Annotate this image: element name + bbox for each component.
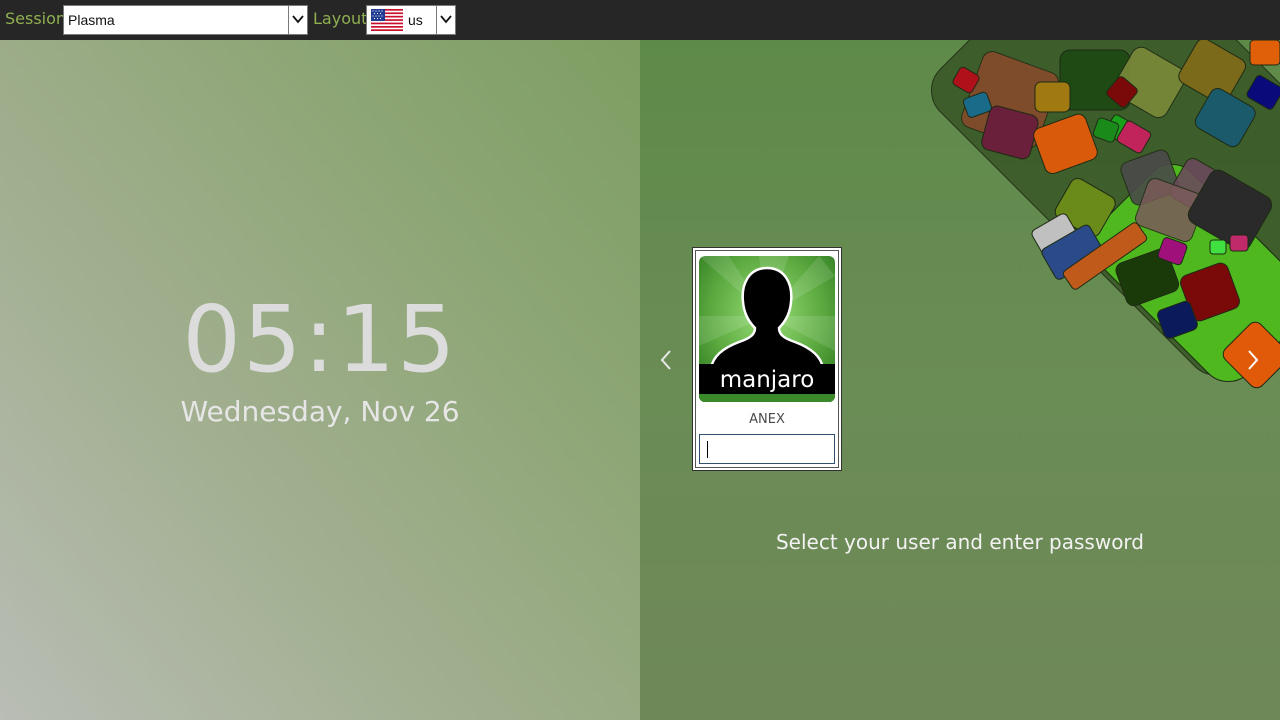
avatar: manjaro: [699, 256, 835, 402]
username-label: ANEX: [749, 412, 785, 427]
session-label: Session: [5, 9, 67, 28]
session-select[interactable]: Plasma: [63, 5, 308, 35]
next-user-button[interactable]: [1240, 345, 1264, 375]
clock-panel: 05:15 Wednesday, Nov 26: [0, 40, 640, 720]
login-prompt: Select your user and enter password: [775, 530, 1144, 554]
layout-value: us: [408, 12, 423, 28]
chevron-right-icon: [1248, 350, 1259, 370]
chevron-down-icon[interactable]: [288, 6, 307, 34]
clock-date: Wednesday, Nov 26: [180, 395, 460, 428]
text-caret: [707, 441, 708, 458]
clock-time: 05:15: [182, 286, 458, 393]
avatar-brand-text: manjaro: [719, 367, 815, 393]
us-flag-icon: [371, 9, 403, 31]
top-bar: Session Plasma Layout us: [0, 0, 1280, 40]
password-input[interactable]: [699, 434, 835, 464]
layout-select[interactable]: us: [366, 5, 456, 35]
session-value: Plasma: [68, 12, 115, 28]
chevron-left-icon: [660, 350, 671, 370]
previous-user-button[interactable]: [655, 345, 679, 375]
layout-label: Layout: [313, 9, 368, 28]
chevron-down-icon[interactable]: [436, 6, 455, 34]
user-card[interactable]: manjaro ANEX: [692, 247, 842, 471]
